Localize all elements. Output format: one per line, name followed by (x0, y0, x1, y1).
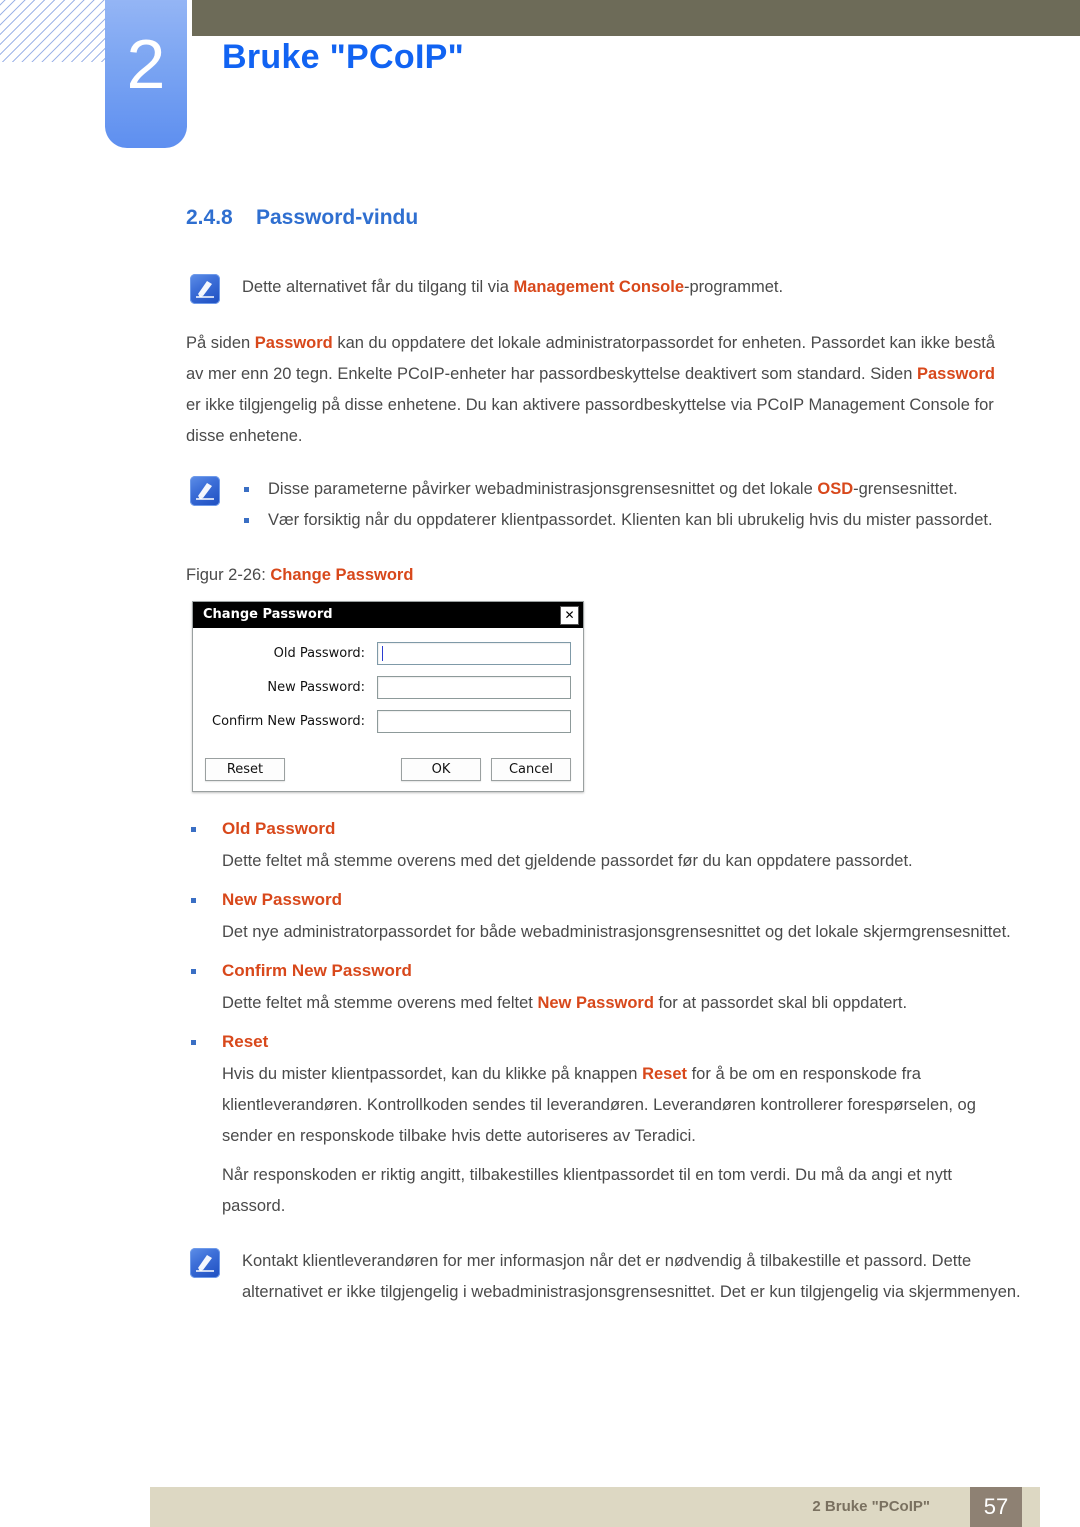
term-description: Hvis du mister klientpassordet, kan du k… (222, 1059, 1012, 1228)
note-top-text-b: -programmet. (684, 278, 784, 296)
note-bullet-2-a: Vær forsiktig når du oppdaterer klientpa… (268, 511, 993, 529)
term-label: New Password (191, 883, 1080, 917)
ok-button[interactable]: OK (401, 758, 481, 781)
field-row-new-password: New Password: (205, 676, 571, 699)
term-text-a: Når responskoden er riktig angitt, tilba… (222, 1166, 953, 1215)
dialog-title-text: Change Password (203, 607, 333, 622)
old-password-label: Old Password: (273, 646, 365, 661)
old-password-input[interactable] (377, 642, 571, 665)
section-heading: 2.4.8 Password-vindu (186, 190, 1080, 230)
term-item-old-password: Old Password Dette feltet må stemme over… (0, 812, 1080, 883)
dialog-title-bar: Change Password ✕ (193, 602, 583, 628)
chapter-number-tab: 2 (105, 0, 187, 148)
page-footer: 2 Bruke "PCoIP" 57 (150, 1487, 1040, 1527)
term-description: Dette feltet må stemme overens med det g… (222, 846, 1012, 883)
text-caret (382, 646, 383, 661)
note-pen-icon (190, 274, 220, 304)
footer-chapter-label: 2 Bruke "PCoIP" (812, 1498, 930, 1515)
note-bullet-item: Vær forsiktig når du oppdaterer klientpa… (226, 505, 1016, 536)
term-item-reset: Reset Hvis du mister klientpassordet, ka… (0, 1025, 1080, 1228)
term-description: Det nye administratorpassordet for både … (222, 917, 1012, 954)
field-row-confirm-new-password: Confirm New Password: (205, 710, 571, 733)
header-olive-bar (192, 0, 1080, 36)
term-description: Dette feltet må stemme overens med felte… (222, 988, 1012, 1025)
page-content: 2.4.8 Password-vindu Dette alternativet f… (0, 190, 1080, 1308)
note-bullet-item: Disse parameterne påvirker webadministra… (226, 474, 1016, 505)
intro-keyword-1: Password (254, 334, 333, 352)
term-label: Confirm New Password (191, 954, 1080, 988)
note-bottom-text: Kontakt klientleverandøren for mer infor… (242, 1252, 1021, 1301)
dialog-body: Old Password: New Password: Confirm New … (193, 628, 583, 752)
term-text-a: Dette feltet må stemme overens med det g… (222, 852, 913, 870)
section-title: Password-vindu (256, 206, 419, 229)
confirm-new-password-input[interactable] (377, 710, 571, 733)
term-paragraph: Det nye administratorpassordet for både … (222, 917, 1012, 948)
cancel-button[interactable]: Cancel (491, 758, 571, 781)
term-paragraph: Dette feltet må stemme overens med det g… (222, 846, 1012, 877)
note-block-bottom: Kontakt klientleverandøren for mer infor… (186, 1246, 1021, 1308)
term-keyword: New Password (537, 994, 654, 1012)
intro-a: På siden (186, 334, 255, 352)
confirm-new-password-label: Confirm New Password: (212, 714, 365, 729)
note-top-text: Dette alternativet får du tilgang til vi… (242, 272, 1016, 303)
figure-caption-name: Change Password (270, 566, 414, 584)
note-top-text-a: Dette alternativet får du tilgang til vi… (242, 278, 514, 296)
note-block-top: Dette alternativet får du tilgang til vi… (186, 272, 1016, 306)
term-text-a: Det nye administratorpassordet for både … (222, 923, 1011, 941)
intro-paragraph: På siden Password kan du oppdatere det l… (186, 328, 1006, 452)
dialog-footer: Reset OK Cancel (193, 752, 583, 791)
term-paragraph: Når responskoden er riktig angitt, tilba… (222, 1160, 1012, 1222)
note-bullet-list-wrap: Disse parameterne påvirker webadministra… (226, 474, 1016, 536)
page-number: 57 (970, 1487, 1022, 1527)
field-row-old-password: Old Password: (205, 642, 571, 665)
new-password-input[interactable] (377, 676, 571, 699)
note-top-keyword: Management Console (513, 278, 685, 296)
term-item-confirm-new-password: Confirm New Password Dette feltet må ste… (0, 954, 1080, 1025)
intro-c: er ikke tilgjengelig på disse enhetene. … (186, 396, 994, 445)
hatch-decoration (0, 0, 112, 62)
note-bullet-1-a: Disse parameterne påvirker webadministra… (268, 480, 818, 498)
reset-button[interactable]: Reset (205, 758, 285, 781)
figure-caption-prefix: Figur 2-26: (186, 566, 271, 584)
chapter-title: Bruke "PCoIP" (222, 38, 465, 76)
term-paragraph: Hvis du mister klientpassordet, kan du k… (222, 1059, 1012, 1152)
term-text-b: for at passordet skal bli oppdatert. (653, 994, 908, 1012)
term-keyword: Reset (642, 1065, 688, 1083)
page-header: 2 Bruke "PCoIP" (0, 0, 1080, 160)
note-block-bullets: Disse parameterne påvirker webadministra… (186, 474, 1016, 536)
note-pen-icon (190, 476, 220, 506)
note-bullet-1-b: -grensesnittet. (853, 480, 958, 498)
close-icon[interactable]: ✕ (560, 606, 579, 625)
note-pen-icon (190, 1248, 220, 1278)
term-paragraph: Dette feltet må stemme overens med felte… (222, 988, 1012, 1019)
term-item-new-password: New Password Det nye administratorpassor… (0, 883, 1080, 954)
term-text-a: Dette feltet må stemme overens med felte… (222, 994, 538, 1012)
new-password-label: New Password: (267, 680, 365, 695)
change-password-dialog: Change Password ✕ Old Password: New Pass… (192, 601, 584, 792)
note-bullet-1-keyword: OSD (817, 480, 854, 498)
term-label: Old Password (191, 812, 1080, 846)
term-definition-list: Old Password Dette feltet må stemme over… (0, 812, 1080, 1228)
section-number: 2.4.8 (186, 206, 233, 229)
note-bullet-list: Disse parameterne påvirker webadministra… (226, 474, 1016, 536)
term-text-a: Hvis du mister klientpassordet, kan du k… (222, 1065, 643, 1083)
term-label: Reset (191, 1025, 1080, 1059)
intro-keyword-2: Password (917, 365, 995, 383)
figure-caption: Figur 2-26: Change Password (186, 560, 1080, 591)
